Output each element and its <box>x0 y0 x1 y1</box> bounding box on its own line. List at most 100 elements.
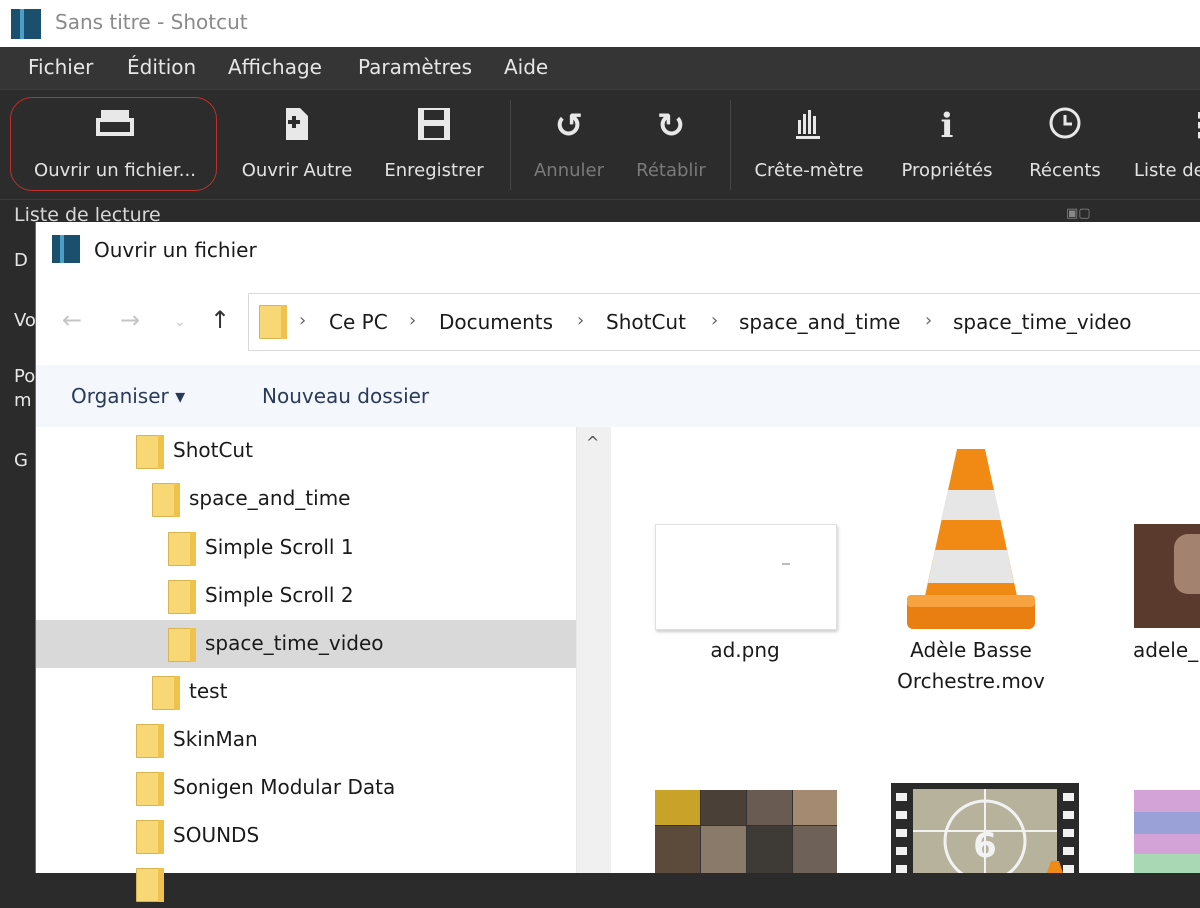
panel-side-text: m <box>14 390 32 411</box>
video-thumbnail[interactable] <box>655 790 837 873</box>
tree-item[interactable]: test <box>36 668 576 716</box>
window-title: Sans titre - Shotcut <box>55 10 248 34</box>
menu-fichier[interactable]: Fichier <box>28 55 93 79</box>
svg-text:6: 6 <box>973 826 997 866</box>
tree-item-label: space_time_video <box>205 631 384 655</box>
back-arrow-icon[interactable]: ← <box>62 306 82 334</box>
tree-item[interactable]: SkinMan <box>36 716 576 764</box>
tree-item-label: test <box>189 679 228 703</box>
main-toolbar: Ouvrir un fichier... Ouvrir Autre Enregi… <box>0 89 1200 200</box>
folder-icon <box>152 676 180 710</box>
toolbar-separator <box>510 100 511 190</box>
breadcrumb-shotcut[interactable]: ShotCut <box>606 310 686 334</box>
panel-side-text: Vo <box>14 310 36 331</box>
file-name[interactable]: Adèle Basse <box>891 635 1051 666</box>
save-icon <box>374 106 494 146</box>
folder-icon <box>152 483 180 517</box>
undo-icon: ↺ <box>554 106 584 146</box>
image-thumbnail[interactable] <box>655 524 837 630</box>
recent-locations-chevron-icon[interactable]: ⌄ <box>174 314 186 330</box>
breadcrumb-documents[interactable]: Documents <box>439 310 553 334</box>
shotcut-app-icon <box>52 235 80 263</box>
folder-icon <box>136 435 164 469</box>
color-bars-thumbnail[interactable] <box>1134 790 1200 873</box>
folder-icon <box>168 628 196 662</box>
breadcrumb-ce-pc[interactable]: Ce PC <box>329 310 388 334</box>
panel-side-text: D <box>14 250 28 271</box>
folder-icon <box>136 820 164 854</box>
tree-item[interactable]: SOUNDS <box>36 812 576 860</box>
recents-button[interactable]: Récents <box>1018 90 1112 200</box>
shotcut-app-icon <box>11 9 41 39</box>
menu-parametres[interactable]: Paramètres <box>358 55 472 79</box>
tree-item[interactable]: Simple Scroll 2 <box>36 572 576 620</box>
menu-affichage[interactable]: Affichage <box>228 55 322 79</box>
clock-icon <box>1018 106 1112 146</box>
navigation-tree: ShotCut space_and_time Simple Scroll 1 S… <box>36 427 576 902</box>
folder-icon <box>136 868 164 902</box>
playlist-panel-header: Liste de lecture ▣▢ <box>0 199 1200 226</box>
tree-item[interactable]: Sonigen Modular Data <box>36 764 576 812</box>
breadcrumb-separator: › <box>711 310 719 331</box>
tree-item[interactable] <box>36 860 576 908</box>
breadcrumb-separator: › <box>299 310 307 331</box>
tree-item-label: Simple Scroll 1 <box>205 535 354 559</box>
thumbnail-detail <box>1174 534 1200 594</box>
open-other-button[interactable]: Ouvrir Autre <box>224 90 370 200</box>
properties-button[interactable]: i Propriétés <box>890 90 1004 200</box>
tree-item[interactable]: Simple Scroll 1 <box>36 524 576 572</box>
panel-float-close-icon[interactable]: ▣▢ <box>1066 206 1091 221</box>
file-name[interactable]: ad.png <box>655 635 835 666</box>
tree-item[interactable]: ShotCut <box>36 427 576 475</box>
tree-item-selected[interactable]: space_time_video <box>36 620 576 668</box>
tree-item-label: ShotCut <box>173 438 253 462</box>
breadcrumb-separator: › <box>925 310 933 331</box>
tree-item[interactable]: space_and_time <box>36 475 576 523</box>
file-name[interactable]: Orchestre.mov <box>891 666 1051 697</box>
new-file-icon <box>224 106 370 146</box>
film-countdown-icon[interactable]: 6 <box>891 783 1079 883</box>
new-folder-button[interactable]: Nouveau dossier <box>262 384 429 408</box>
more-icon: ⋮ <box>1184 106 1200 146</box>
info-icon: i <box>940 106 954 146</box>
menu-aide[interactable]: Aide <box>504 55 548 79</box>
video-thumbnail[interactable] <box>1134 524 1200 628</box>
folder-open-icon <box>18 106 212 146</box>
redo-button[interactable]: ↻ Rétablir <box>626 90 716 200</box>
breadcrumb-space-and-time[interactable]: space_and_time <box>739 310 900 334</box>
thumbnail-mark <box>782 563 790 565</box>
title-bar: Sans titre - Shotcut <box>0 0 1200 47</box>
tree-item-label: SOUNDS <box>173 823 260 847</box>
forward-arrow-icon[interactable]: → <box>120 306 140 334</box>
breadcrumb-separator: › <box>409 310 417 331</box>
file-name[interactable]: adele_ <box>1133 635 1200 666</box>
peak-meter-button[interactable]: Crête-mètre <box>742 90 876 200</box>
menu-bar: Fichier Édition Affichage Paramètres Aid… <box>0 47 1200 89</box>
organize-button[interactable]: Organiser ▾ <box>71 384 185 408</box>
breadcrumb-space-time-video[interactable]: space_time_video <box>953 310 1132 334</box>
undo-button[interactable]: ↺ Annuler <box>524 90 614 200</box>
folder-icon <box>168 580 196 614</box>
up-arrow-icon[interactable]: ↑ <box>210 306 230 334</box>
save-button[interactable]: Enregistrer <box>374 90 494 200</box>
vlc-cone-icon[interactable] <box>901 445 1041 635</box>
open-file-dialog: Ouvrir un fichier ← → ⌄ ↑ › Ce PC › Docu… <box>35 222 1200 902</box>
dialog-title: Ouvrir un fichier <box>94 238 257 262</box>
tree-scrollbar[interactable]: ^ <box>576 427 612 873</box>
address-bar[interactable]: › Ce PC › Documents › ShotCut › space_an… <box>248 293 1200 351</box>
folder-icon <box>168 532 196 566</box>
folder-icon <box>136 724 164 758</box>
panel-side-text: G <box>14 450 28 471</box>
folder-icon <box>259 305 287 339</box>
breadcrumb-separator: › <box>577 310 585 331</box>
menu-edition[interactable]: Édition <box>127 55 196 79</box>
peak-meter-icon <box>742 106 876 146</box>
scroll-up-chevron-icon[interactable]: ^ <box>586 433 599 452</box>
file-list: ad.png Adèle Basse Orchestre.mov adele_ <box>611 427 1200 883</box>
open-file-button[interactable]: Ouvrir un fichier... <box>18 90 212 200</box>
tree-item-label: space_and_time <box>189 486 351 510</box>
redo-icon: ↻ <box>656 106 686 146</box>
panel-side-text: Po <box>14 366 36 387</box>
tree-item-label: Sonigen Modular Data <box>173 775 396 799</box>
playlist-button[interactable]: ⋮ Liste de <box>1126 90 1200 200</box>
